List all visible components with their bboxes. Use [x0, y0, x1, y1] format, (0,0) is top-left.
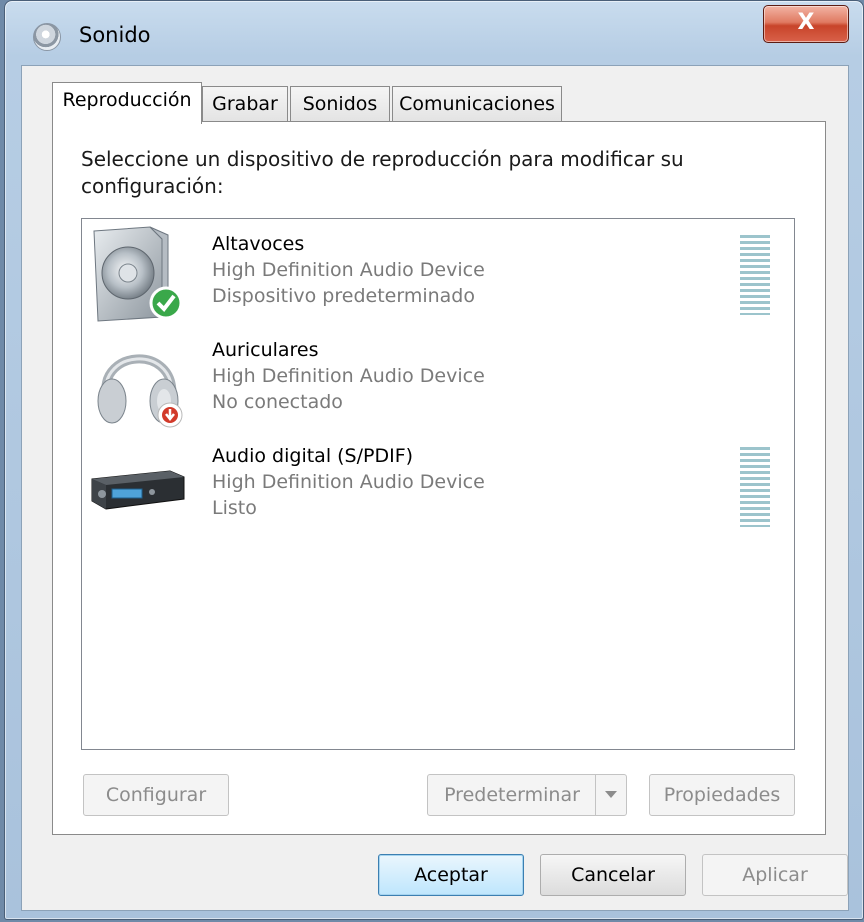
digital-audio-receiver-icon — [91, 470, 185, 510]
speaker-title-icon — [33, 23, 61, 51]
configure-button[interactable]: Configurar — [83, 774, 229, 816]
device-name: Altavoces — [212, 233, 305, 255]
set-default-button[interactable]: Predeterminar — [427, 774, 627, 816]
ok-button[interactable]: Aceptar — [378, 854, 524, 896]
device-list[interactable]: Altavoces High Definition Audio Device D… — [81, 218, 795, 750]
close-button[interactable]: X — [763, 5, 849, 43]
device-text: Altavoces High Definition Audio Device D… — [212, 231, 485, 309]
cancel-button[interactable]: Cancelar — [540, 854, 686, 896]
playback-panel: Seleccione un dispositivo de reproducció… — [52, 121, 826, 835]
device-driver: High Definition Audio Device — [212, 471, 485, 493]
properties-button[interactable]: Propiedades — [649, 774, 795, 816]
tab-grabar[interactable]: Grabar — [202, 86, 288, 122]
apply-button[interactable]: Aplicar — [702, 854, 848, 896]
device-status: Dispositivo predeterminado — [212, 285, 475, 307]
volume-meter — [740, 235, 770, 315]
device-status: Listo — [212, 497, 257, 519]
device-name: Auriculares — [212, 339, 319, 361]
window-title: Sonido — [79, 23, 151, 47]
device-driver: High Definition Audio Device — [212, 365, 485, 387]
title-bar[interactable]: Sonido X — [5, 1, 863, 65]
headphones-icon — [97, 354, 183, 428]
instruction-text: Seleccione un dispositivo de reproducció… — [81, 147, 684, 198]
volume-meter — [740, 447, 770, 527]
list-item[interactable]: Altavoces High Definition Audio Device D… — [88, 225, 778, 325]
sound-dialog: Sonido X Reproducción Grabar Sonidos Com… — [4, 0, 864, 920]
speaker-icon — [93, 226, 183, 322]
device-name: Audio digital (S/PDIF) — [212, 445, 414, 467]
device-status: No conectado — [212, 391, 343, 413]
device-driver: High Definition Audio Device — [212, 259, 485, 281]
list-item[interactable]: Audio digital (S/PDIF) High Definition A… — [88, 437, 778, 537]
tab-sonidos[interactable]: Sonidos — [290, 86, 390, 122]
set-default-label: Predeterminar — [444, 784, 580, 806]
default-check-icon — [149, 286, 183, 320]
dialog-client-area: Reproducción Grabar Sonidos Comunicacion… — [21, 65, 849, 911]
tab-reproduccion[interactable]: Reproducción — [52, 82, 202, 124]
chevron-down-icon[interactable] — [595, 775, 626, 815]
list-item[interactable]: Auriculares High Definition Audio Device… — [88, 331, 778, 431]
device-text: Audio digital (S/PDIF) High Definition A… — [212, 443, 485, 521]
device-text: Auriculares High Definition Audio Device… — [212, 337, 485, 415]
tab-comunicaciones[interactable]: Comunicaciones — [392, 86, 562, 122]
